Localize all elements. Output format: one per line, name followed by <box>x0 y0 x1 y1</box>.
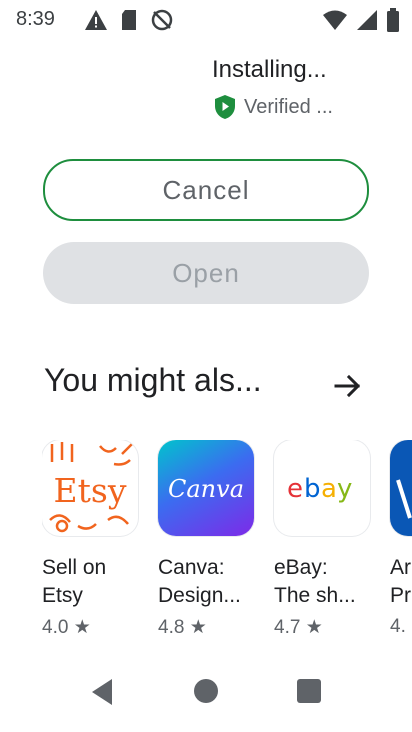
status-bar: 8:39 <box>0 0 412 44</box>
navigation-bar <box>0 660 412 732</box>
app-name-line1: Ar <box>390 556 411 579</box>
app-name-line2: Etsy <box>42 584 83 607</box>
app-card-canva[interactable]: Canva Canva: Design... 4.8 ★ <box>158 440 258 639</box>
play-protect-shield-icon <box>215 95 235 119</box>
app-name-line1: Canva: <box>158 556 225 579</box>
signal-icon <box>357 10 377 30</box>
app-card-etsy[interactable]: Etsy Sell on Etsy 4.0 ★ <box>42 440 142 639</box>
app-name-line2: Design... <box>158 584 241 607</box>
app-rating: 4.7 ★ <box>274 617 323 638</box>
svg-text:a: a <box>321 474 336 504</box>
ebay-icon: e b a y <box>274 440 370 536</box>
canva-icon: Canva <box>158 440 254 536</box>
sync-disabled-icon <box>151 9 173 31</box>
app-carousel[interactable]: Etsy Sell on Etsy 4.0 ★ Canva Canva: Des… <box>42 440 412 650</box>
app-card-ebay[interactable]: e b a y eBay: The sh... 4.7 ★ <box>274 440 374 639</box>
open-button[interactable]: Open <box>43 242 369 304</box>
section-title: You might als... <box>44 362 262 398</box>
wifi-icon <box>323 10 347 30</box>
sd-card-icon <box>122 10 136 30</box>
verified-text: Verified ... <box>244 95 333 118</box>
app-rating: 4.8 ★ <box>158 617 207 638</box>
app-rating: 4.0 ★ <box>42 617 91 638</box>
svg-text:Etsy: Etsy <box>54 471 127 510</box>
recents-icon[interactable] <box>296 678 322 704</box>
etsy-icon: Etsy <box>42 440 138 536</box>
system-icons <box>322 8 400 32</box>
app-name-line2: Pr <box>390 584 411 607</box>
app-name-line1: eBay: <box>274 556 328 579</box>
app-name-line1: Sell on <box>42 556 107 579</box>
status-time: 8:39 <box>16 8 55 30</box>
app-name-line2: The sh... <box>274 584 356 607</box>
cancel-button[interactable]: Cancel <box>43 159 369 221</box>
warning-icon <box>85 10 107 30</box>
verified-badge: Verified ... <box>214 94 333 120</box>
arrow-right-icon[interactable] <box>332 370 364 402</box>
svg-text:Canva: Canva <box>168 475 244 503</box>
back-icon[interactable] <box>88 676 116 708</box>
svg-text:y: y <box>337 474 352 504</box>
battery-icon <box>387 8 399 32</box>
notification-icons <box>84 8 174 32</box>
partial-app-icon <box>390 440 412 536</box>
app-card-partial[interactable]: Ar Pr 4. <box>390 440 412 638</box>
home-icon[interactable] <box>192 677 220 705</box>
svg-text:b: b <box>304 474 320 504</box>
svg-text:e: e <box>287 474 302 504</box>
install-status-text: Installing... <box>212 56 327 83</box>
app-rating: 4. <box>390 616 406 637</box>
